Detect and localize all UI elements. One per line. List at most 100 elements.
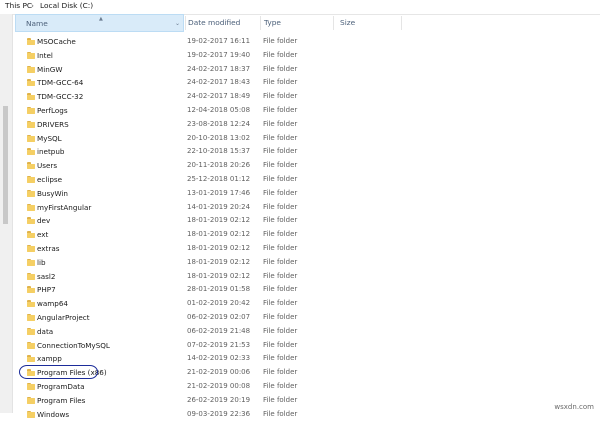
- folder-icon: [27, 327, 35, 335]
- column-header-row: Name ▲ ⌄ Date modified Type Size: [15, 14, 585, 32]
- breadcrumb-local-disk[interactable]: Local Disk (C:): [40, 1, 93, 10]
- file-type: File folder: [263, 92, 298, 101]
- file-row[interactable]: Program Files 26-02-2019 20:19 File folder: [22, 394, 582, 408]
- folder-icon: [27, 244, 35, 252]
- column-header-type-label: Type: [264, 18, 281, 27]
- file-type: File folder: [263, 285, 298, 294]
- file-date-modified: 24-02-2017 18:49: [187, 92, 251, 101]
- file-row[interactable]: data 06-02-2019 21:48 File folder: [22, 325, 582, 339]
- file-row[interactable]: wamp64 01-02-2019 20:42 File folder: [22, 297, 582, 311]
- folder-icon: [27, 38, 35, 45]
- folder-icon: [27, 106, 35, 114]
- file-date-modified: 21-02-2019 00:08: [187, 381, 251, 390]
- file-date-modified: 14-01-2019 20:24: [187, 202, 251, 211]
- file-date-modified: 07-02-2019 21:53: [187, 340, 251, 349]
- file-row[interactable]: lib 18-01-2019 02:12 File folder: [22, 256, 582, 270]
- folder-icon: [27, 231, 35, 239]
- file-date-modified: 09-03-2019 22:36: [187, 409, 251, 418]
- file-name: data: [37, 326, 54, 336]
- file-date-modified: 25-12-2018 01:12: [187, 174, 251, 183]
- file-row[interactable]: BusyWin 13-01-2019 17:46 File folder: [22, 187, 582, 201]
- file-row[interactable]: ProgramData 21-02-2019 00:08 File folder: [22, 380, 582, 394]
- folder-icon: [27, 203, 35, 211]
- file-name: DRIVERS: [37, 119, 69, 129]
- file-row[interactable]: PHP7 28-01-2019 01:58 File folder: [22, 283, 582, 297]
- file-type: File folder: [263, 368, 298, 377]
- file-type: File folder: [263, 216, 298, 225]
- file-name: sasl2: [37, 271, 56, 281]
- file-name: Windows: [37, 409, 70, 419]
- file-name: Program Files (x86): [37, 368, 107, 378]
- navigation-pane-edge: [0, 14, 13, 413]
- file-date-modified: 18-01-2019 02:12: [187, 216, 251, 225]
- file-date-modified: 24-02-2017 18:37: [187, 64, 251, 73]
- folder-icon: [27, 51, 35, 59]
- file-row[interactable]: Program Files (x86) 21-02-2019 00:06 File …: [22, 366, 582, 380]
- column-divider[interactable]: [185, 16, 186, 30]
- column-header-date[interactable]: Date modified: [188, 14, 260, 32]
- chevron-down-icon[interactable]: ⌄: [175, 15, 180, 33]
- file-row[interactable]: MySQL 20-10-2018 13:02 File folder: [22, 132, 582, 146]
- file-name: PerfLogs: [37, 105, 68, 115]
- file-name: Program Files: [37, 395, 86, 405]
- file-date-modified: 28-01-2019 01:58: [187, 285, 251, 294]
- column-divider[interactable]: [260, 16, 261, 30]
- breadcrumb-separator: ›: [31, 1, 34, 10]
- file-row[interactable]: myFirstAngular 14-01-2019 20:24 File folde…: [22, 201, 582, 215]
- column-header-name-label: Name: [26, 19, 48, 28]
- file-row[interactable]: ext 18-01-2019 02:12 File folder: [22, 228, 582, 242]
- file-row[interactable]: AngularProject 06-02-2019 02:07 File folde…: [22, 311, 582, 325]
- column-divider[interactable]: [333, 16, 334, 30]
- file-row[interactable]: DRIVERS 23-08-2018 12:24 File folder: [22, 118, 582, 132]
- file-row[interactable]: TDM-GCC-32 24-02-2017 18:49 File folder: [22, 90, 582, 104]
- file-date-modified: 06-02-2019 02:07: [187, 312, 251, 321]
- file-row[interactable]: extras 18-01-2019 02:12 File folder: [22, 242, 582, 256]
- folder-icon: [27, 272, 35, 280]
- breadcrumb-this-pc[interactable]: This PC: [5, 1, 32, 10]
- column-header-date-label: Date modified: [188, 18, 241, 27]
- folder-icon: [27, 120, 35, 128]
- folder-icon: [27, 217, 35, 225]
- file-type: File folder: [263, 133, 298, 142]
- file-row[interactable]: MSOCache 19-02-2017 16:11 File folder: [22, 35, 582, 49]
- file-name: dev: [37, 216, 51, 226]
- file-type: File folder: [263, 257, 298, 266]
- file-type: File folder: [263, 119, 298, 128]
- file-name: MySQL: [37, 133, 62, 143]
- file-name: ext: [37, 230, 49, 240]
- file-type: File folder: [263, 409, 298, 418]
- column-header-size[interactable]: Size: [340, 14, 400, 32]
- file-type: File folder: [263, 299, 298, 308]
- sort-up-icon: ▲: [99, 16, 103, 22]
- file-row[interactable]: MinGW 24-02-2017 18:37 File folder: [22, 63, 582, 77]
- column-header-name[interactable]: Name ▲ ⌄: [15, 14, 184, 32]
- file-date-modified: 13-01-2019 17:46: [187, 188, 251, 197]
- file-row[interactable]: sasl2 18-01-2019 02:12 File folder: [22, 270, 582, 284]
- folder-icon: [27, 93, 35, 101]
- file-row[interactable]: xampp 14-02-2019 02:33 File folder: [22, 352, 582, 366]
- file-type: File folder: [263, 161, 298, 170]
- file-type: File folder: [263, 312, 298, 321]
- file-row[interactable]: Intel 19-02-2017 19:40 File folder: [22, 49, 582, 63]
- navigation-scrollbar-thumb[interactable]: [3, 106, 8, 224]
- file-row[interactable]: eclipse 25-12-2018 01:12 File folder: [22, 173, 582, 187]
- file-row[interactable]: Users 20-11-2018 20:26 File folder: [22, 159, 582, 173]
- file-date-modified: 18-01-2019 02:12: [187, 257, 251, 266]
- file-name: myFirstAngular: [37, 202, 92, 212]
- file-type: File folder: [263, 37, 298, 45]
- column-divider[interactable]: [401, 16, 402, 30]
- file-row[interactable]: Windows 09-03-2019 22:36 File folder: [22, 408, 582, 421]
- file-name: TDM-GCC-64: [37, 78, 84, 88]
- file-type: File folder: [263, 271, 298, 280]
- file-name: BusyWin: [37, 188, 68, 198]
- file-row[interactable]: ConnectionToMySQL 07-02-2019 21:53 File fo…: [22, 339, 582, 353]
- file-name: ProgramData: [37, 381, 85, 391]
- file-row[interactable]: PerfLogs 12-04-2018 05:08 File folder: [22, 104, 582, 118]
- file-row[interactable]: dev 18-01-2019 02:12 File folder: [22, 214, 582, 228]
- file-date-modified: 12-04-2018 05:08: [187, 105, 251, 114]
- column-header-type[interactable]: Type: [264, 14, 334, 32]
- file-row[interactable]: inetpub 22-10-2018 15:37 File folder: [22, 145, 582, 159]
- folder-icon: [27, 65, 35, 73]
- file-date-modified: 24-02-2017 18:43: [187, 78, 251, 87]
- file-row[interactable]: TDM-GCC-64 24-02-2017 18:43 File folder: [22, 76, 582, 90]
